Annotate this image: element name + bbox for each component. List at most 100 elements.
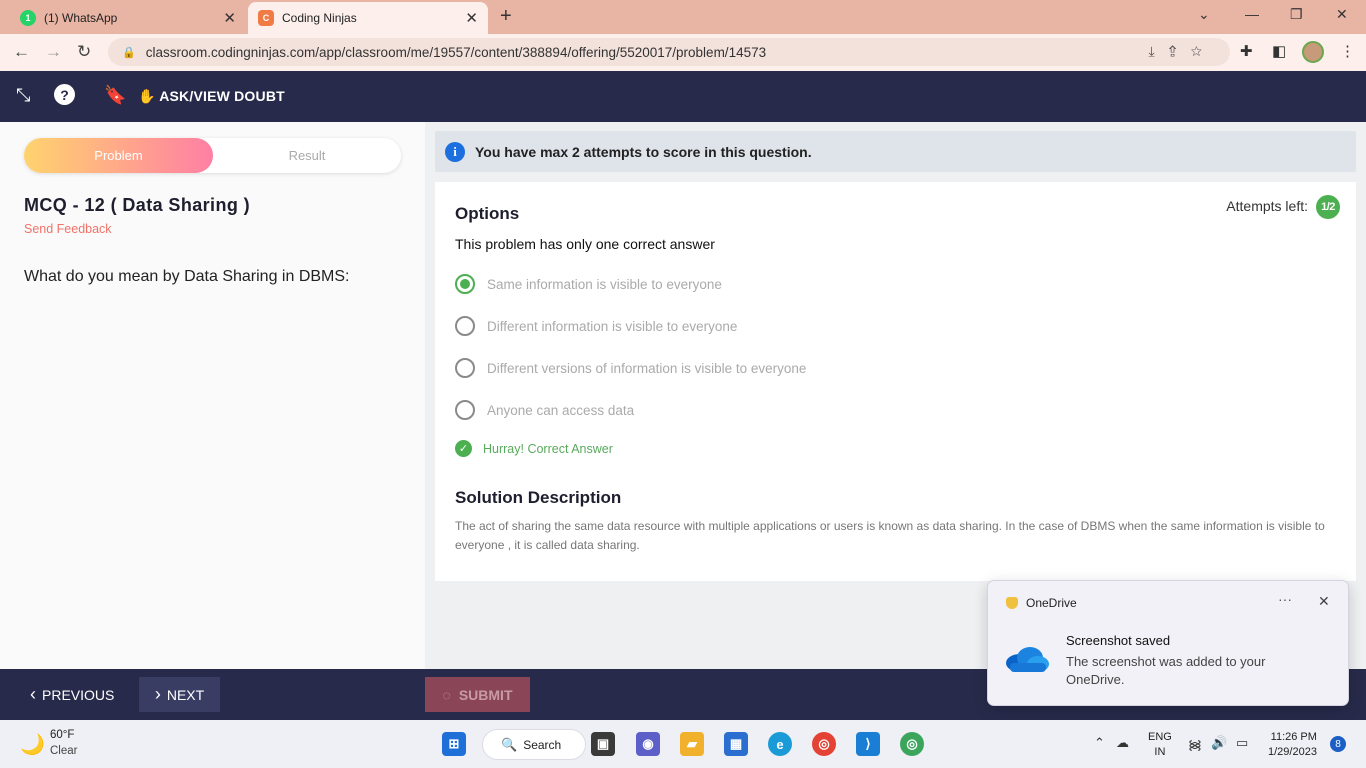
microsoft-store-icon[interactable]: ▦ <box>724 732 748 756</box>
submit-button[interactable]: ◌ SUBMIT <box>425 677 530 712</box>
new-tab-icon[interactable]: + <box>500 5 512 28</box>
tab-whatsapp[interactable]: 1 (1) WhatsApp ✕ <box>8 2 246 34</box>
chrome-profile-icon[interactable]: ◎ <box>900 732 924 756</box>
attempts-badge: 1/2 <box>1316 195 1340 219</box>
side-panel-icon[interactable]: ◧ <box>1272 42 1286 60</box>
url-action-icons[interactable]: ⤓⇪☆ <box>1148 43 1216 60</box>
task-view-icon[interactable]: ▣ <box>591 732 615 756</box>
spinner-icon: ◌ <box>442 686 451 703</box>
options-heading: Options <box>455 204 520 223</box>
chrome-icon[interactable]: ◎ <box>812 732 836 756</box>
ask-doubt-label: ASK/VIEW DOUBT <box>159 88 285 104</box>
language-indicator[interactable]: ENG IN <box>1148 730 1172 760</box>
options-subheading: This problem has only one correct answer <box>455 236 715 252</box>
send-feedback-link[interactable]: Send Feedback <box>24 222 112 236</box>
lock-icon: 🔒 <box>122 46 136 59</box>
attempts-info-bar: i You have max 2 attempts to score in th… <box>435 131 1356 172</box>
previous-label: PREVIOUS <box>42 686 115 703</box>
clock[interactable]: 11:26 PM 1/29/2023 <box>1268 730 1317 760</box>
question-title: MCQ - 12 ( Data Sharing ) <box>24 195 251 215</box>
tab-title: Coding Ninjas <box>282 11 357 25</box>
windows-taskbar: 🌙 60°F Clear ⊞ 🔍 Search ▣ ◉ ▰ ▦ e ◎ ⟩ ◎ … <box>0 720 1366 768</box>
whatsapp-icon: 1 <box>20 10 36 26</box>
close-icon[interactable]: ✕ <box>1318 593 1330 610</box>
time: 11:26 PM <box>1270 731 1317 743</box>
wifi-icon[interactable]: ᯼ <box>1188 735 1202 753</box>
vscode-icon[interactable]: ⟩ <box>856 732 880 756</box>
lang-line1: ENG <box>1148 731 1172 743</box>
option-label: Different information is visible to ever… <box>487 318 738 334</box>
file-explorer-icon[interactable]: ▰ <box>680 732 704 756</box>
info-text: You have max 2 attempts to score in this… <box>475 143 812 160</box>
help-icon[interactable]: ? <box>54 84 75 105</box>
solution-text: The act of sharing the same data resourc… <box>455 519 1325 552</box>
menu-dots-icon[interactable]: ⋮ <box>1340 42 1355 60</box>
notification-badge[interactable]: 8 <box>1330 736 1346 752</box>
option-3[interactable]: Different versions of information is vis… <box>455 358 806 378</box>
temperature: 60°F <box>50 729 75 741</box>
problem-panel: Problem Result MCQ - 12 ( Data Sharing )… <box>0 122 425 669</box>
battery-icon[interactable]: ▭ <box>1236 735 1248 751</box>
teams-chat-icon[interactable]: ◉ <box>636 732 660 756</box>
option-label: Anyone can access data <box>487 402 635 418</box>
volume-icon[interactable]: 🔊 <box>1211 735 1227 751</box>
check-circle-icon: ✓ <box>455 440 472 457</box>
next-button[interactable]: › NEXT <box>139 677 220 712</box>
lang-line2: IN <box>1154 746 1166 758</box>
onedrive-notification[interactable]: OneDrive ··· ✕ Screenshot saved The scre… <box>987 580 1349 706</box>
windows-start-icon[interactable]: ⊞ <box>442 732 466 756</box>
option-label: Same information is visible to everyone <box>487 276 722 292</box>
search-icon: 🔍 <box>501 736 518 752</box>
back-arrow-icon[interactable]: ← <box>13 42 30 62</box>
extensions-icon[interactable]: ✚ <box>1240 42 1253 60</box>
option-label: Different versions of information is vis… <box>487 360 807 376</box>
problem-result-toggle: Problem Result <box>24 138 401 173</box>
url-field[interactable]: 🔒 classroom.codingninjas.com/app/classro… <box>108 38 1230 66</box>
tab-coding-ninjas[interactable]: C Coding Ninjas ✕ <box>248 2 488 34</box>
chevron-right-icon: › <box>154 684 161 704</box>
weather-desc: Clear <box>50 745 78 757</box>
app-header: ⤡ ? 🔖 ✋ ASK/VIEW DOUBT <box>0 71 1366 122</box>
coding-ninjas-icon: C <box>258 10 274 26</box>
option-2[interactable]: Different information is visible to ever… <box>455 316 737 336</box>
radio-unselected[interactable] <box>455 400 475 420</box>
question-text: What do you mean by Data Sharing in DBMS… <box>24 268 350 285</box>
tab-result[interactable]: Result <box>213 138 401 173</box>
window-close-icon[interactable]: ✕ <box>1336 6 1348 23</box>
radio-selected[interactable] <box>455 274 475 294</box>
previous-button[interactable]: ‹ PREVIOUS <box>18 677 126 712</box>
taskbar-search[interactable]: 🔍 Search <box>482 729 586 760</box>
edge-icon[interactable]: e <box>768 732 792 756</box>
next-label: NEXT <box>166 686 205 703</box>
more-options-icon[interactable]: ··· <box>1278 591 1292 607</box>
collapse-icon[interactable]: ⤡ <box>16 85 30 106</box>
forward-arrow-icon[interactable]: → <box>45 42 62 62</box>
info-icon: i <box>445 141 465 162</box>
minimize-icon[interactable]: — <box>1245 6 1259 22</box>
onedrive-tray-icon[interactable]: ☁ <box>1116 735 1129 751</box>
ask-doubt-button[interactable]: ✋ ASK/VIEW DOUBT <box>138 88 285 105</box>
onedrive-cloud-icon <box>1006 647 1049 672</box>
close-tab-icon[interactable]: ✕ <box>223 9 236 27</box>
onedrive-small-icon <box>1006 597 1018 609</box>
address-bar-row: ← → ↻ 🔒 classroom.codingninjas.com/app/c… <box>0 34 1366 71</box>
chevron-up-icon[interactable]: ⌃ <box>1094 735 1105 751</box>
tab-search-chevron-icon[interactable]: ⌄ <box>1198 6 1210 23</box>
toast-app-name: OneDrive <box>1026 596 1077 610</box>
option-1[interactable]: Same information is visible to everyone <box>455 274 722 294</box>
radio-unselected[interactable] <box>455 316 475 336</box>
solution-heading: Solution Description <box>455 488 622 507</box>
option-4[interactable]: Anyone can access data <box>455 400 634 420</box>
profile-avatar[interactable] <box>1302 41 1324 63</box>
toast-body: The screenshot was added to your OneDriv… <box>1066 654 1266 687</box>
radio-unselected[interactable] <box>455 358 475 378</box>
tab-problem[interactable]: Problem <box>24 138 213 173</box>
bookmark-add-icon[interactable]: 🔖 <box>104 85 126 106</box>
toast-title: Screenshot saved <box>1066 633 1171 648</box>
correct-answer-message: ✓ Hurray! Correct Answer <box>455 440 613 457</box>
moon-weather-icon[interactable]: 🌙 <box>20 732 45 757</box>
options-card: Options Attempts left: 1/2 This problem … <box>435 182 1356 581</box>
maximize-icon[interactable]: ❐ <box>1290 6 1303 23</box>
close-tab-icon[interactable]: ✕ <box>465 9 478 27</box>
reload-icon[interactable]: ↻ <box>77 42 91 62</box>
